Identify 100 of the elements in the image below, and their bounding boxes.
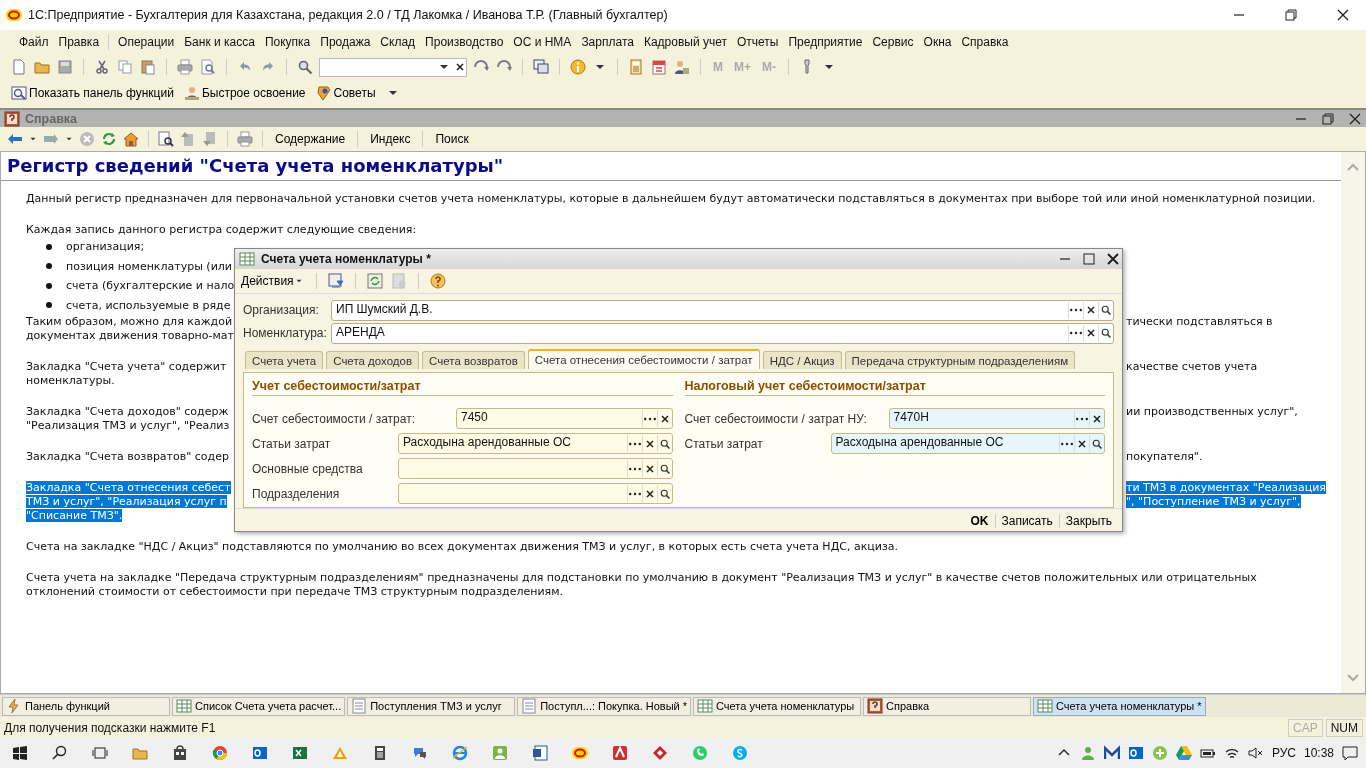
refresh-button[interactable] [365,272,384,290]
menu-item[interactable]: Склад [375,35,421,49]
input-field[interactable]: 7450 [456,408,673,429]
dialog-button[interactable]: Записать [994,514,1059,528]
tab[interactable]: Счета учета [245,351,324,369]
window-tab[interactable]: Справка [863,696,1032,716]
clear-button[interactable] [1074,435,1089,452]
input-field[interactable]: АРЕНДА [331,322,1114,344]
window-tab[interactable]: Счета учета номенклатуры * [1033,696,1206,716]
menu-item[interactable]: ОС и НМА [508,35,577,49]
menu-item[interactable]: Покупка [259,35,316,49]
menu-item[interactable]: Сервис [867,35,919,49]
menu-item[interactable]: Отчеты [732,35,784,49]
calendar-button[interactable] [650,58,668,76]
menu-item[interactable]: Операции [113,35,180,49]
search-icon [658,437,671,450]
search-button[interactable] [296,58,314,76]
clear-button[interactable] [1083,301,1098,319]
menu-item[interactable]: Окна [918,35,957,49]
search-button[interactable] [1098,324,1113,342]
menu-item[interactable]: Предприятие [783,35,868,49]
tab[interactable]: Счета доходов [326,351,420,369]
select-button[interactable] [626,435,642,452]
select-button[interactable] [1068,324,1083,342]
window-tab[interactable]: Поступления ТМЗ и услуг [347,696,516,716]
toolbar-link[interactable]: Поиск [431,132,473,146]
cut-button[interactable] [93,58,111,76]
print-preview-button[interactable] [199,58,217,76]
muted-speaker-icon[interactable] [1247,745,1264,761]
menu-item[interactable]: Продажа [315,35,376,49]
clear-button[interactable] [656,410,672,427]
menu-item[interactable]: Кадровый учет [638,35,732,49]
select-button[interactable] [626,460,642,477]
toolbar-button[interactable]: Советы [314,84,377,102]
help-button[interactable] [428,272,447,290]
clear-icon[interactable] [454,61,466,73]
clear-button[interactable] [641,435,657,452]
tab[interactable]: Передача структурным подразделениям [844,351,1076,369]
search-button[interactable] [656,460,672,477]
save-button[interactable] [326,272,345,290]
list-item-text: счета, используемые в ряде [66,298,231,312]
menu-item[interactable]: Производство [420,35,509,49]
drive-icon[interactable] [1175,745,1192,761]
input-field[interactable] [398,458,673,479]
search-button[interactable] [656,435,672,452]
select-button[interactable] [626,485,642,502]
clear-button[interactable] [641,485,657,502]
tab[interactable]: Счета возвратов [422,351,525,369]
info-button[interactable] [569,58,587,76]
actions-menu[interactable]: Действия [239,273,306,289]
maximize-button[interactable] [1080,251,1098,267]
m-shape-icon[interactable] [1103,745,1120,761]
window-tab[interactable]: Счета учета номенклатуры [693,696,862,716]
clear-button[interactable] [641,460,657,477]
select-button[interactable] [1068,301,1083,319]
language-indicator[interactable]: РУС [1271,746,1296,760]
input-field[interactable] [398,483,673,504]
menu-item[interactable]: Файл [14,35,54,49]
tab[interactable]: Счета отнесения себестоимости / затрат [527,349,760,369]
search-button[interactable] [1098,301,1113,319]
close-button[interactable] [1104,251,1122,267]
mail-icon[interactable] [1127,745,1144,761]
search-button[interactable] [656,485,672,502]
toolbar-link[interactable]: Индекс [366,132,415,146]
tab[interactable]: НДС / Акциз [762,351,842,369]
select-button[interactable] [641,410,657,427]
dialog-button[interactable]: OK [964,514,995,528]
clear-button[interactable] [1083,324,1098,342]
input-field[interactable]: 7470Н [888,408,1105,429]
printer-button[interactable] [236,130,254,148]
input-field[interactable]: Расходына арендованные ОС [398,433,673,454]
refresh-button[interactable] [100,130,118,148]
menu-item[interactable]: Справка [956,35,1014,49]
find-button[interactable] [157,130,175,148]
users-button[interactable] [673,58,691,76]
toolbar-link[interactable]: Содержание [271,132,350,146]
select-button[interactable] [1059,435,1074,452]
menu-item[interactable]: Банк и касса [179,35,260,49]
printer-button[interactable] [176,58,194,76]
input-field[interactable]: ИП Шумский Д.В. [331,299,1114,321]
select-button[interactable] [1074,410,1089,427]
menu-item[interactable]: Зарплата [576,35,639,49]
search-field[interactable] [319,57,467,77]
window-tab[interactable]: Поступл...: Покупка. Новый * [517,696,692,716]
window-tab[interactable]: Панель функций [2,696,170,716]
toolbar-button[interactable]: Показать панель функций [10,84,175,102]
clear-button[interactable] [1089,410,1104,427]
clock[interactable]: 10:38 [1303,746,1334,760]
restore-icon [1320,110,1336,127]
paste-button[interactable] [139,58,157,76]
input-field[interactable]: Расходына арендованные ОС [830,433,1105,454]
window-tab[interactable]: Список Счета учета расчет... [172,696,346,716]
dialog-button[interactable]: Закрыть [1058,514,1118,528]
home-button[interactable] [122,130,140,148]
menu-item[interactable]: Правка [53,35,105,49]
windows-button[interactable] [532,58,550,76]
toolbar-button[interactable]: Быстрое освоение [182,84,307,102]
search-button[interactable] [1089,435,1104,452]
notification-icon[interactable] [1342,745,1358,761]
scrollbar[interactable] [1341,152,1365,693]
